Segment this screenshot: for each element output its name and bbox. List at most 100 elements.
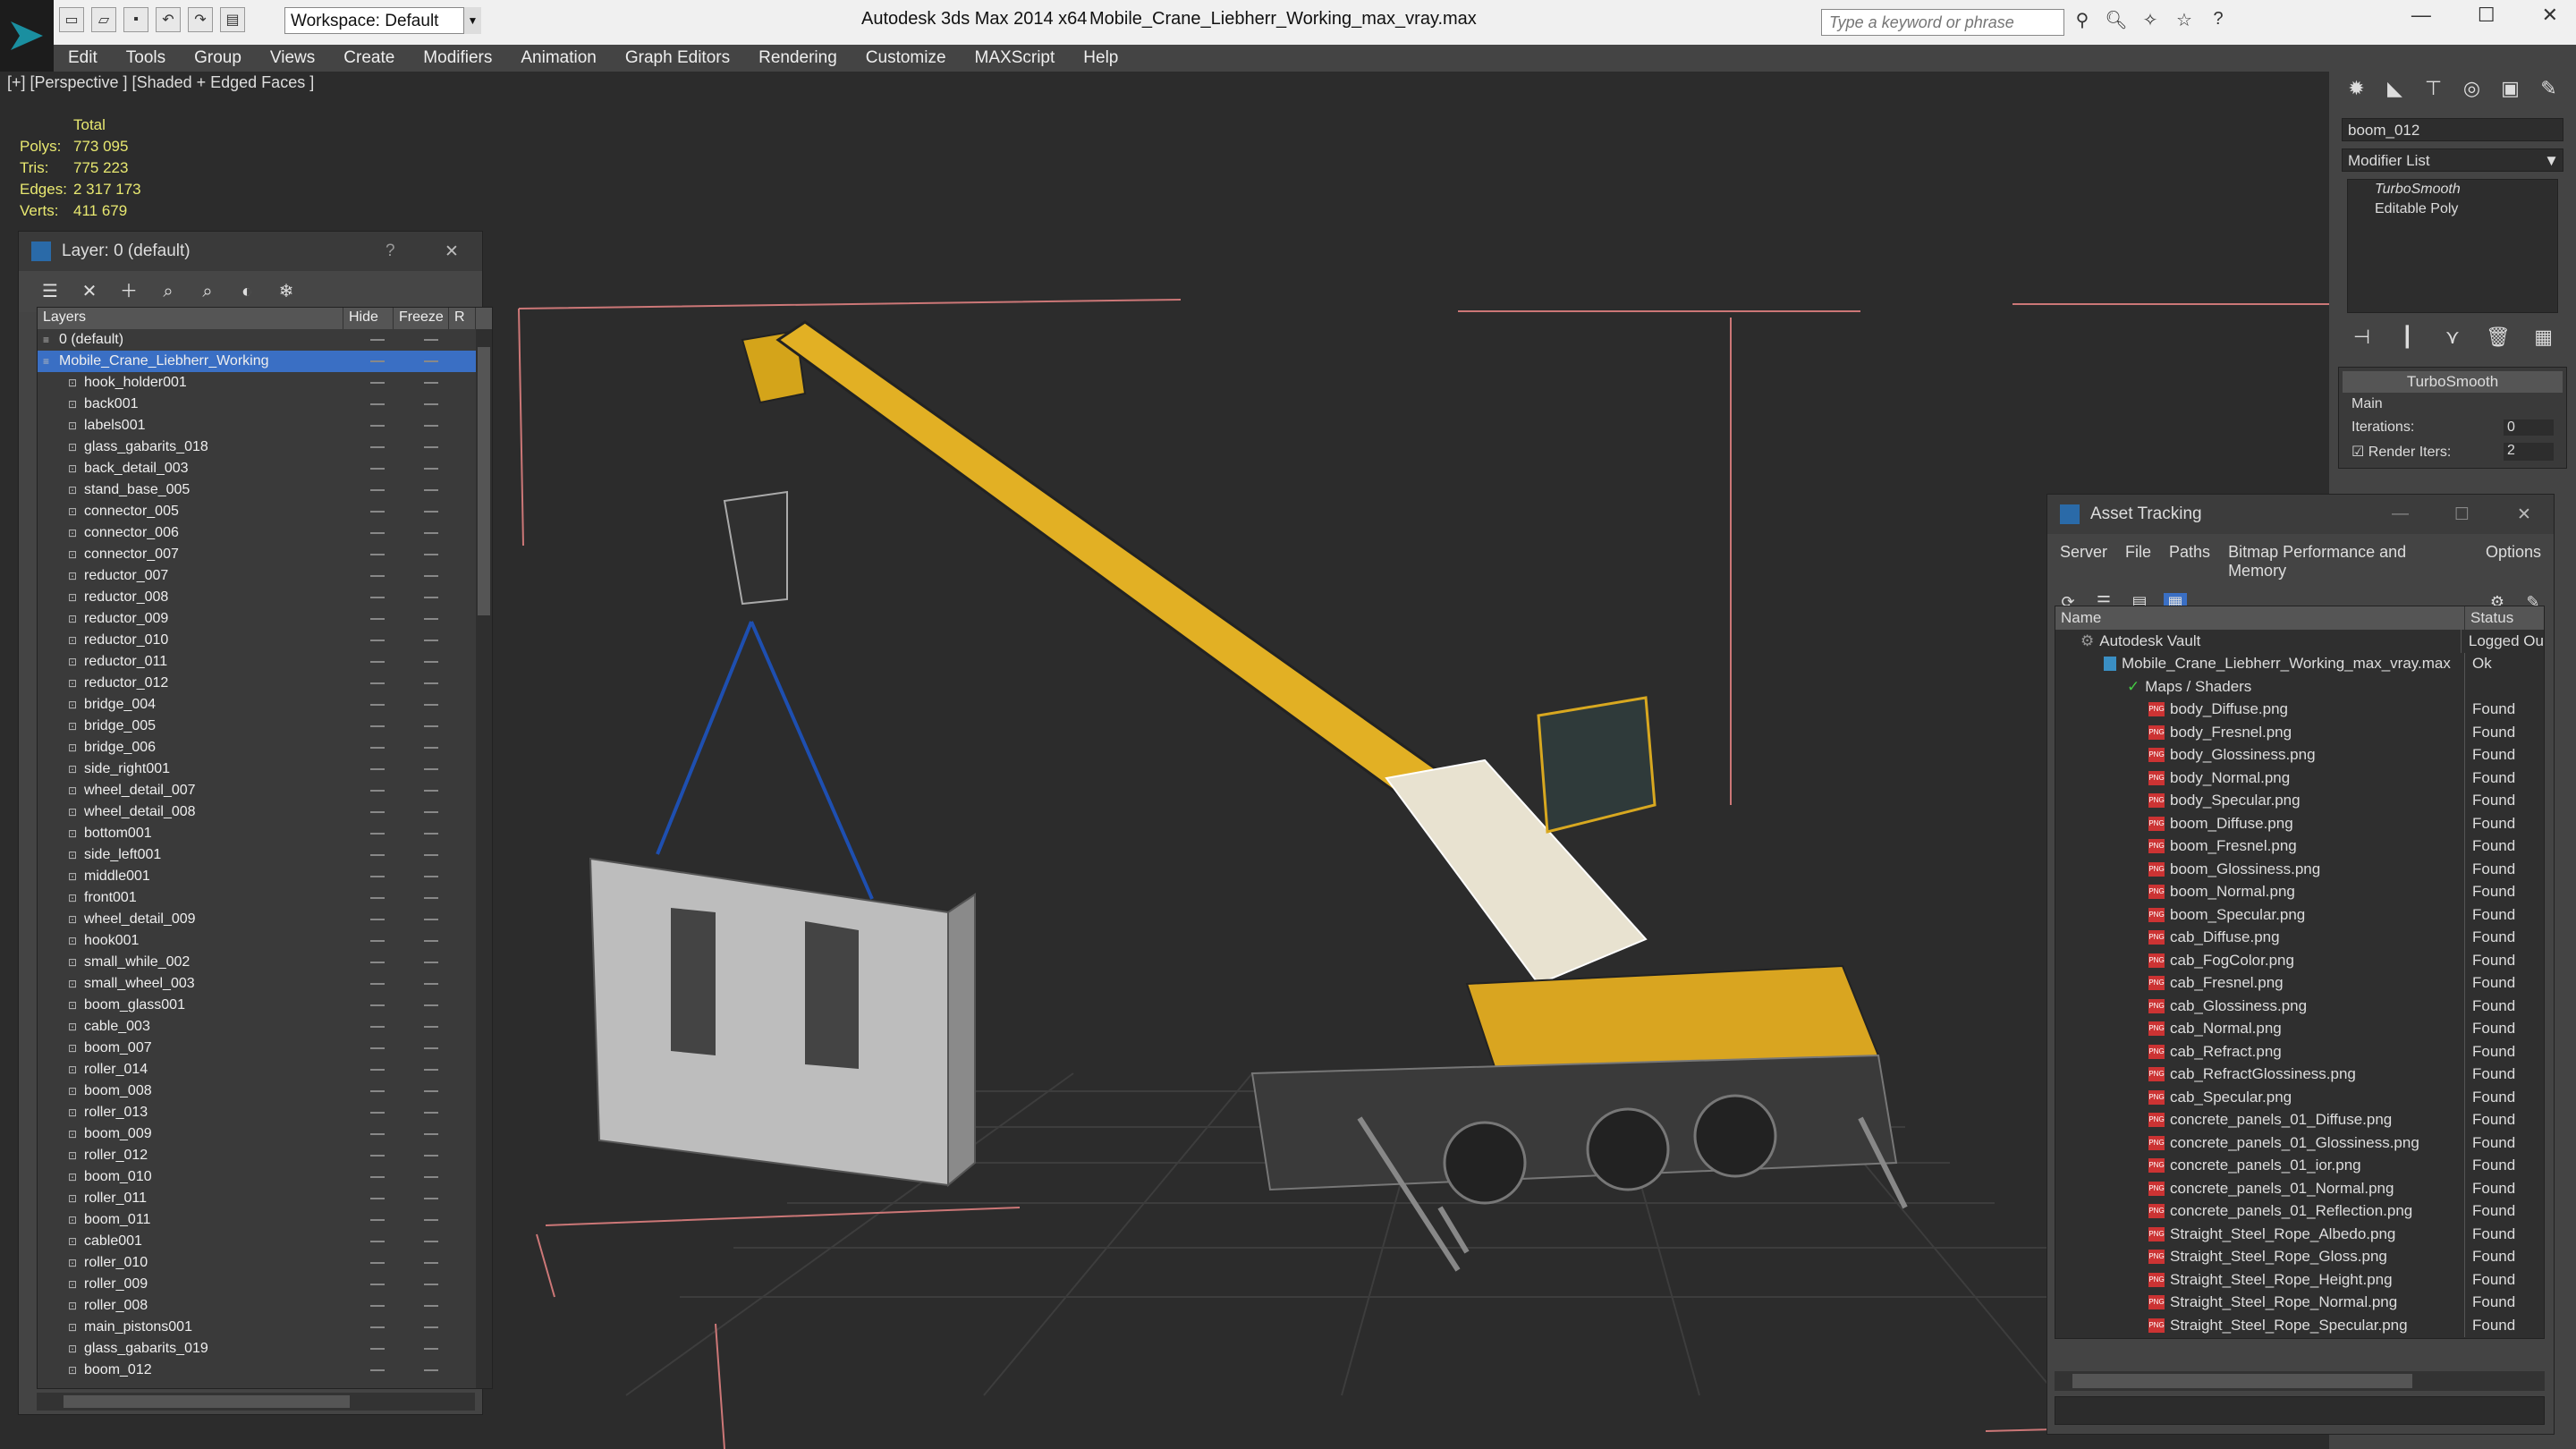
add-layer-icon[interactable]: ＋ [115,278,142,305]
hide-toggle[interactable] [370,489,385,491]
freeze-toggle[interactable] [424,682,438,684]
render-iters-spinner[interactable]: 2 [2504,443,2554,461]
freeze-toggle[interactable] [424,339,438,341]
hide-toggle[interactable] [370,1219,385,1221]
layer-row[interactable]: ⊡ bridge_006 [38,737,492,758]
hide-toggle[interactable] [370,1026,385,1028]
pin-stack-icon[interactable]: ⊣ [2347,326,2377,354]
asset-map-row[interactable]: PNG cab_RefractGlossiness.png Found [2055,1063,2544,1086]
display-tab-icon[interactable]: ▣ [2496,77,2525,106]
menu-rendering[interactable]: Rendering [744,48,852,68]
freeze-toggle[interactable] [424,768,438,770]
freeze-toggle[interactable] [424,425,438,427]
vault-row[interactable]: ⚙ Autodesk Vault Logged Ou [2055,630,2544,653]
layer-row[interactable]: ⊡ roller_011 [38,1188,492,1209]
close-icon[interactable]: ✕ [445,242,459,262]
layer-row[interactable]: ⊡ reductor_008 [38,587,492,608]
freeze-toggle[interactable] [424,1026,438,1028]
freeze-toggle[interactable] [424,790,438,792]
layer-row[interactable]: ⊡ roller_013 [38,1102,492,1123]
hide-toggle[interactable] [370,1198,385,1199]
freeze-toggle[interactable] [424,403,438,405]
asset-tracking-header[interactable]: Asset Tracking — ☐ ✕ [2047,495,2554,534]
menu-create[interactable]: Create [329,48,409,68]
layer-row[interactable]: ⊡ boom_011 [38,1209,492,1231]
undo-icon[interactable]: ↶ [156,7,181,32]
freeze-toggle[interactable] [424,1369,438,1371]
layer-row[interactable]: ⊡ reductor_007 [38,565,492,587]
layer-row[interactable]: ⊡ cable_003 [38,1016,492,1038]
freeze-toggle[interactable] [424,597,438,598]
hide-toggle[interactable] [370,1004,385,1006]
object-name-field[interactable]: boom_012 [2342,118,2563,141]
hide-all-icon[interactable]: ◐ [233,278,260,305]
make-unique-icon[interactable]: ⋎ [2438,326,2468,354]
asset-menu-bitmap[interactable]: Bitmap Performance and Memory [2228,543,2468,580]
remove-modifier-icon[interactable]: 🗑︎ [2483,326,2512,354]
maps-group-row[interactable]: ✓ Maps / Shaders [2055,675,2544,699]
freeze-toggle[interactable] [424,833,438,835]
iterations-spinner[interactable]: 0 [2504,419,2554,436]
layer-row[interactable]: ⊡ boom_008 [38,1080,492,1102]
freeze-toggle[interactable] [424,1133,438,1135]
asset-menu-paths[interactable]: Paths [2169,543,2210,580]
freeze-toggle[interactable] [424,1047,438,1049]
app-logo-icon[interactable] [0,0,54,72]
freeze-toggle[interactable] [424,1004,438,1006]
layer-row[interactable]: ⊡ back001 [38,394,492,415]
layer-row[interactable]: ⊡ reductor_010 [38,630,492,651]
layer-row[interactable]: ⊡ connector_006 [38,522,492,544]
layer-row[interactable]: ⊡ roller_008 [38,1295,492,1317]
freeze-toggle[interactable] [424,1305,438,1307]
highlight-selection-icon[interactable]: ⌕ [194,278,221,305]
asset-map-row[interactable]: PNG concrete_panels_01_Reflection.png Foun… [2055,1199,2544,1223]
asset-map-row[interactable]: PNG concrete_panels_01_Diffuse.png Found [2055,1108,2544,1131]
col-status[interactable]: Status [2465,606,2519,630]
freeze-toggle[interactable] [424,360,438,362]
layer-row[interactable]: ⊡ connector_007 [38,544,492,565]
asset-map-row[interactable]: PNG concrete_panels_01_ior.png Found [2055,1154,2544,1177]
maximize-icon[interactable]: ☐ [2478,4,2496,27]
hide-toggle[interactable] [370,919,385,920]
layer-row[interactable]: ⊡ wheel_detail_007 [38,780,492,801]
hide-toggle[interactable] [370,640,385,641]
hide-toggle[interactable] [370,1112,385,1114]
asset-map-row[interactable]: PNG body_Specular.png Found [2055,789,2544,812]
freeze-toggle[interactable] [424,854,438,856]
chevron-down-icon[interactable]: ▼ [463,7,481,34]
menu-animation[interactable]: Animation [506,48,611,68]
asset-map-row[interactable]: PNG boom_Glossiness.png Found [2055,858,2544,881]
layer-row[interactable]: ⊡ front001 [38,887,492,909]
hide-toggle[interactable] [370,983,385,985]
layer-row[interactable]: ⊡ glass_gabarits_019 [38,1338,492,1360]
menu-group[interactable]: Group [180,48,256,68]
asset-map-row[interactable]: PNG Straight_Steel_Rope_Normal.png Found [2055,1291,2544,1314]
project-folder-icon[interactable]: ▤ [220,7,245,32]
asset-map-row[interactable]: PNG body_Diffuse.png Found [2055,698,2544,721]
asset-map-row[interactable]: PNG Straight_Steel_Rope_Specular.png Found [2055,1314,2544,1337]
asset-map-row[interactable]: PNG cab_Diffuse.png Found [2055,926,2544,949]
layer-horizontal-scrollbar[interactable] [37,1393,475,1411]
asset-map-row[interactable]: PNG boom_Fresnel.png Found [2055,835,2544,858]
layer-row[interactable]: ⊡ small_while_002 [38,952,492,973]
hide-toggle[interactable] [370,1284,385,1285]
hide-toggle[interactable] [370,532,385,534]
freeze-toggle[interactable] [424,661,438,663]
menu-modifiers[interactable]: Modifiers [409,48,506,68]
viewport-label[interactable]: [+] [Perspective ] [Shaded + Edged Faces… [7,73,314,92]
hide-toggle[interactable] [370,854,385,856]
freeze-toggle[interactable] [424,382,438,384]
freeze-toggle[interactable] [424,962,438,963]
freeze-toggle[interactable] [424,640,438,641]
show-end-result-icon[interactable]: ┃ [2393,326,2422,354]
hide-toggle[interactable] [370,511,385,513]
col-name[interactable]: Name [2055,606,2465,630]
binoculars-icon[interactable]: ⚲ [2070,9,2095,34]
asset-map-row[interactable]: PNG boom_Specular.png Found [2055,903,2544,927]
layer-row[interactable]: ⊡ side_left001 [38,844,492,866]
render-iters-checkbox[interactable]: ☑ [2351,445,2364,460]
hierarchy-tab-icon[interactable]: ⊤ [2419,77,2448,106]
freeze-toggle[interactable] [424,897,438,899]
close-icon[interactable]: ✕ [2517,504,2531,525]
layer-stack-icon[interactable]: ☰ [37,278,64,305]
